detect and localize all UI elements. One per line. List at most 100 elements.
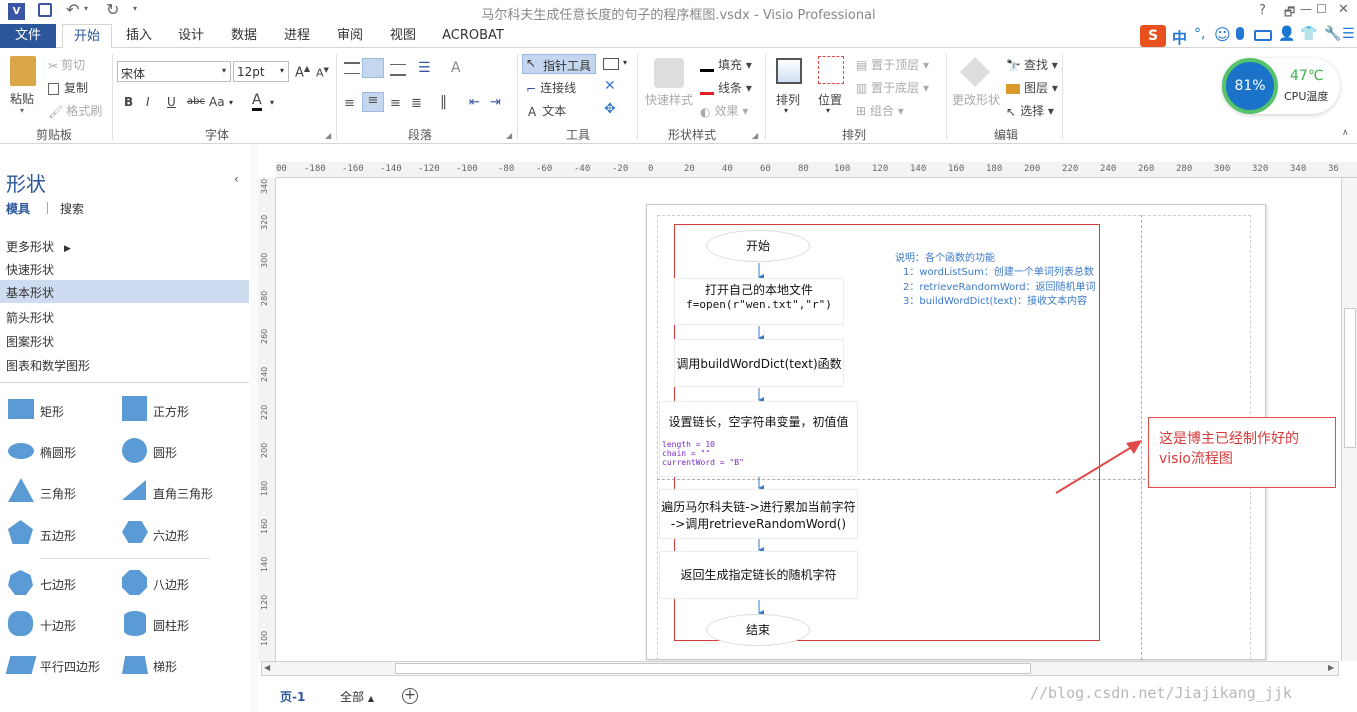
decagon-shape-icon[interactable]: [8, 611, 33, 636]
punctuation-icon[interactable]: °,: [1194, 26, 1205, 42]
add-page-icon[interactable]: +: [402, 688, 418, 704]
all-pages-button[interactable]: 全部 ▲: [340, 688, 374, 705]
octagon-shape-icon[interactable]: [122, 570, 147, 595]
more-shapes-item[interactable]: 更多形状 ▶: [6, 238, 71, 255]
start-node[interactable]: 开始: [706, 230, 810, 262]
fill-button[interactable]: 填充 ▾: [700, 56, 752, 73]
vertical-scroll-thumb[interactable]: [1344, 308, 1356, 448]
quick-styles-icon[interactable]: [654, 58, 684, 88]
rectangle-shape-icon[interactable]: [8, 399, 34, 419]
open-file-node[interactable]: 打开自己的本地文件 f=open(r"wen.txt","r"): [674, 278, 844, 325]
tab-search[interactable]: 搜索: [60, 200, 84, 217]
effect-button[interactable]: ◐ 效果 ▾: [700, 102, 748, 119]
change-shape-icon[interactable]: [960, 57, 990, 87]
increase-indent-icon[interactable]: ⇥: [490, 95, 501, 110]
text-direction-icon[interactable]: A: [451, 60, 461, 76]
case-dropdown-icon[interactable]: ▾: [229, 98, 233, 107]
category-arrows[interactable]: 箭头形状: [6, 309, 54, 326]
dialog-launcher-icon[interactable]: ◢: [752, 131, 758, 140]
skin-icon[interactable]: 👕: [1300, 26, 1317, 42]
category-quick[interactable]: 快速形状: [6, 261, 54, 278]
paste-dropdown-icon[interactable]: ▾: [20, 106, 24, 115]
shrink-font-icon[interactable]: A▼: [316, 66, 329, 80]
keyboard-icon[interactable]: [1254, 30, 1272, 41]
connector-button[interactable]: ⌐ 连接线: [526, 79, 576, 96]
panel-scrollbar[interactable]: [250, 145, 258, 712]
tab-review[interactable]: 审阅: [327, 24, 373, 48]
collapse-panel-icon[interactable]: ‹: [234, 172, 239, 186]
sogou-logo-icon[interactable]: S: [1140, 25, 1166, 47]
page-tab-1[interactable]: 页-1: [280, 688, 305, 705]
square-shape-icon[interactable]: [122, 396, 147, 421]
group-button[interactable]: ⊞ 组合 ▾: [856, 102, 904, 119]
ellipse-shape-icon[interactable]: [8, 443, 34, 459]
cpu-monitor-widget[interactable]: 81% 47℃ CPU温度: [1222, 58, 1340, 114]
align-top-icon[interactable]: [344, 62, 360, 74]
minimize-button[interactable]: —: [1300, 2, 1312, 16]
position-dropdown-icon[interactable]: ▾: [826, 106, 830, 115]
arrange-icon[interactable]: [776, 58, 802, 84]
bring-front-button[interactable]: ▤ 置于顶层 ▾: [856, 56, 929, 73]
init-vars-node[interactable]: 设置链长，空字符串变量，初值值 length = 10 chain = "" c…: [659, 401, 858, 477]
bullets-icon[interactable]: ☰: [418, 60, 431, 76]
dialog-launcher-icon[interactable]: ◢: [325, 131, 331, 140]
text-tool-button[interactable]: A 文本: [528, 102, 566, 119]
user-icon[interactable]: 👤: [1278, 26, 1295, 42]
tools-icon[interactable]: 🔧: [1324, 26, 1341, 42]
strikethrough-button[interactable]: abc: [187, 96, 205, 107]
font-color-button[interactable]: A: [252, 93, 262, 111]
move-icon[interactable]: ✥: [604, 101, 616, 117]
paste-icon[interactable]: [10, 56, 36, 86]
microphone-icon[interactable]: [1236, 27, 1244, 40]
hexagon-shape-icon[interactable]: [122, 521, 148, 543]
parallelogram-shape-icon[interactable]: [5, 656, 37, 674]
category-basic[interactable]: 基本形状: [0, 280, 249, 303]
font-name-select[interactable]: 宋体 ▾: [117, 61, 231, 82]
iterate-node[interactable]: 遍历马尔科夫链->进行累加当前字符 ->调用retrieveRandomWord…: [659, 489, 858, 539]
font-size-select[interactable]: 12pt ▾: [233, 61, 289, 82]
change-case-button[interactable]: Aa: [209, 95, 225, 109]
rectangle-tool-icon[interactable]: [603, 58, 619, 70]
tab-process[interactable]: 进程: [274, 24, 320, 48]
rectangle-dropdown-icon[interactable]: ▾: [623, 58, 627, 67]
justify-icon[interactable]: ≣: [411, 96, 422, 111]
return-node[interactable]: 返回生成指定链长的随机字符: [659, 551, 858, 599]
emoji-icon[interactable]: ☺: [1214, 25, 1231, 44]
maximize-button[interactable]: ☐: [1316, 2, 1327, 16]
ribbon-display-button[interactable]: 🗗: [1284, 3, 1295, 24]
spacing-icon[interactable]: ‖: [440, 94, 447, 110]
tab-stencil[interactable]: 模具: [6, 200, 30, 217]
align-center-icon[interactable]: ≡: [362, 92, 384, 112]
layer-button[interactable]: 图层 ▾: [1006, 79, 1058, 96]
end-node[interactable]: 结束: [706, 614, 810, 646]
horizontal-scroll-thumb[interactable]: [395, 663, 1031, 674]
dialog-launcher-icon[interactable]: ◢: [506, 131, 512, 140]
tab-design[interactable]: 设计: [168, 24, 214, 48]
category-charts[interactable]: 图表和数学图形: [6, 357, 90, 374]
format-painter-button[interactable]: 🖌 格式刷: [48, 102, 102, 119]
scroll-left-icon[interactable]: ◀: [264, 663, 270, 672]
align-bottom-icon[interactable]: [390, 64, 406, 76]
help-button[interactable]: ?: [1259, 3, 1266, 18]
tab-data[interactable]: 数据: [221, 24, 267, 48]
pentagon-shape-icon[interactable]: [8, 520, 33, 544]
collapse-ribbon-icon[interactable]: ∧: [1342, 128, 1349, 138]
right-triangle-shape-icon[interactable]: [122, 480, 146, 500]
decrease-indent-icon[interactable]: ⇤: [469, 95, 480, 110]
heptagon-shape-icon[interactable]: [8, 570, 33, 595]
category-patterns[interactable]: 图案形状: [6, 333, 54, 350]
build-dict-node[interactable]: 调用buildWordDict(text)函数: [674, 339, 844, 387]
align-middle-icon[interactable]: [362, 58, 384, 78]
find-button[interactable]: 🔭 查找 ▾: [1006, 56, 1058, 73]
close-icon[interactable]: ✕: [604, 78, 616, 94]
tab-file[interactable]: 文件: [0, 24, 56, 48]
ime-language-toggle[interactable]: 中: [1172, 27, 1187, 48]
copy-button[interactable]: 复制: [48, 79, 88, 96]
bold-button[interactable]: B: [124, 95, 133, 109]
close-button[interactable]: ✕: [1338, 2, 1349, 17]
tab-acrobat[interactable]: ACROBAT: [436, 24, 510, 48]
arrange-dropdown-icon[interactable]: ▾: [784, 106, 788, 115]
font-color-dropdown-icon[interactable]: ▾: [270, 98, 274, 107]
notes-title[interactable]: 说明：各个函数的功能: [895, 249, 995, 264]
cylinder-shape-icon[interactable]: [124, 611, 146, 636]
